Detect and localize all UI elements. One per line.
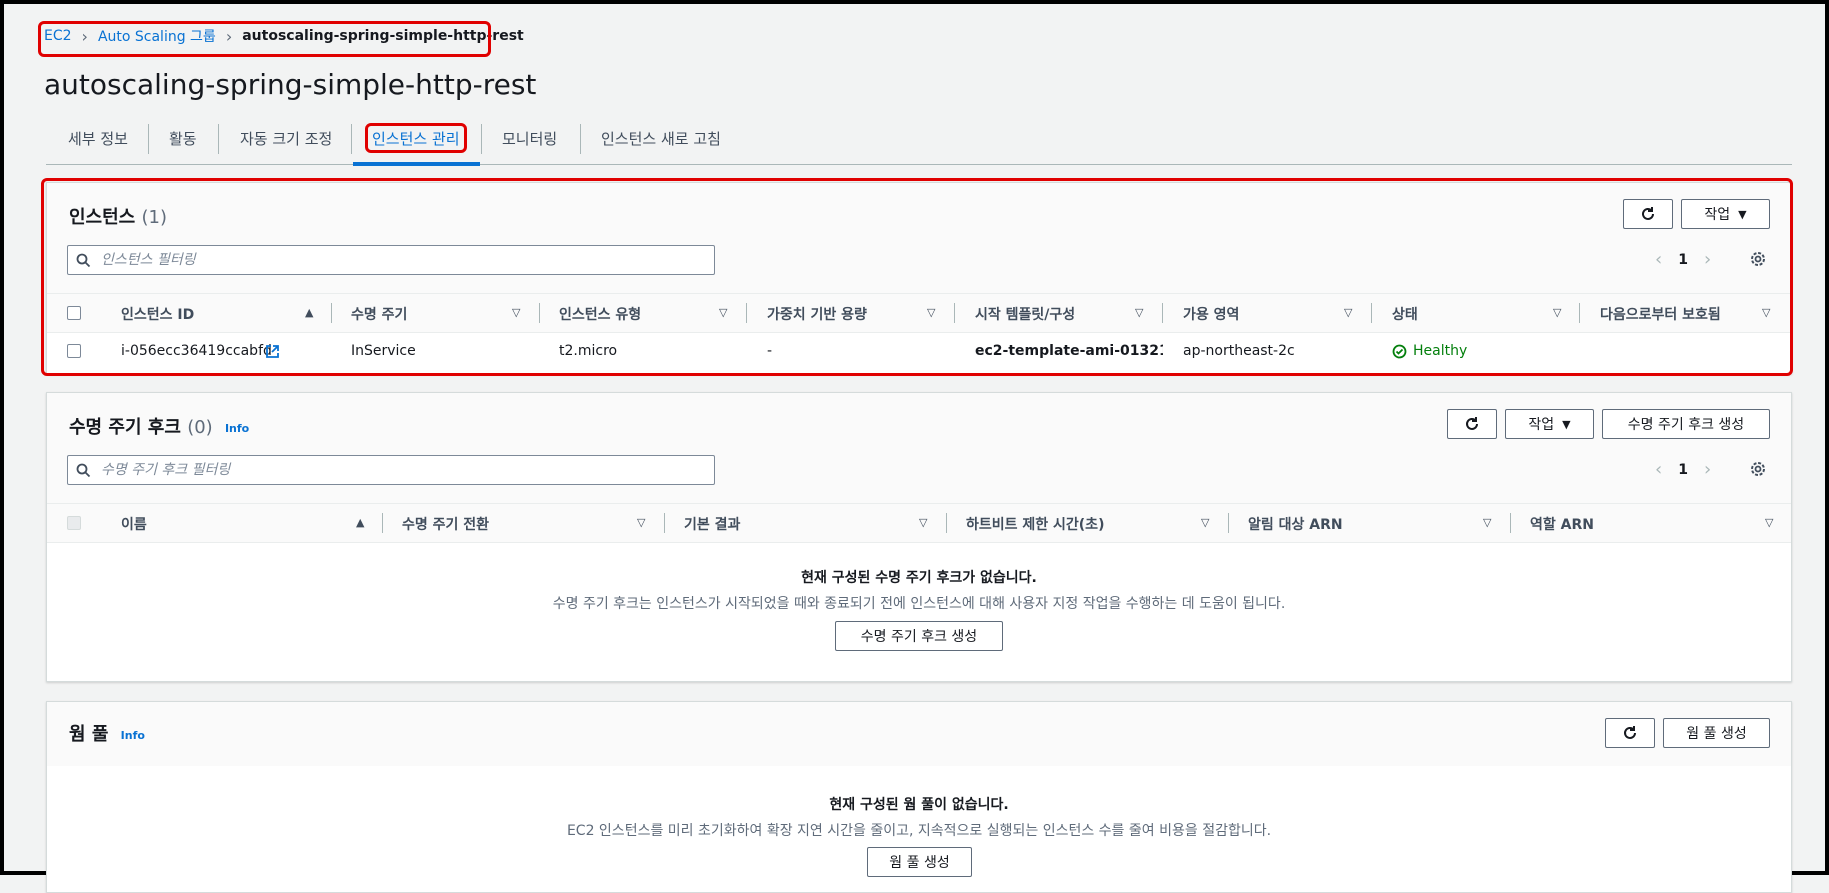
- sort-icon[interactable]: ▽: [1201, 516, 1209, 529]
- hooks-refresh-button[interactable]: [1447, 409, 1497, 439]
- page-title: autoscaling-spring-simple-http-rest: [44, 68, 537, 101]
- page-number[interactable]: 1: [1678, 462, 1688, 478]
- tab-divider: [148, 124, 149, 154]
- col-name[interactable]: 이름: [121, 514, 147, 534]
- warm-pool-empty-title: 현재 구성된 웜 풀이 없습니다.: [829, 797, 1009, 813]
- hooks-table-header: 이름 ▲ 수명 주기 전환 ▽ 기본 결과 ▽ 하트비트 제한 시간(초) ▽ …: [47, 503, 1791, 543]
- create-hook-button[interactable]: 수명 주기 후크 생성: [1602, 409, 1770, 439]
- hooks-empty-description: 수명 주기 후크는 인스턴스가 시작되었을 때와 종료되기 전에 인스턴스에 대…: [552, 596, 1286, 612]
- hooks-empty-title: 현재 구성된 수명 주기 후크가 없습니다.: [801, 570, 1037, 586]
- hooks-count: (0): [187, 417, 213, 438]
- create-hook-label: 수명 주기 후크 생성: [860, 629, 978, 645]
- tab-monitoring[interactable]: 모니터링: [502, 128, 557, 149]
- warm-pool-info-link[interactable]: Info: [121, 729, 145, 742]
- warm-pool-refresh-button[interactable]: [1605, 718, 1655, 748]
- column-divider: [1510, 513, 1511, 533]
- tab-instance-refresh[interactable]: 인스턴스 새로 고침: [601, 128, 721, 149]
- sort-icon[interactable]: ▽: [919, 516, 927, 529]
- create-warm-pool-label: 웜 풀 생성: [889, 855, 950, 871]
- tab-divider: [580, 124, 581, 154]
- col-heartbeat-timeout[interactable]: 하트비트 제한 시간(초): [966, 514, 1104, 534]
- settings-gear-icon[interactable]: [1749, 460, 1767, 478]
- tab-divider: [351, 124, 352, 154]
- tab-bar: 세부 정보 활동 자동 크기 조정 인스턴스 관리 모니터링 인스턴스 새로 고…: [46, 122, 1792, 166]
- col-default-result[interactable]: 기본 결과: [684, 514, 740, 534]
- create-hook-label: 수명 주기 후크 생성: [1627, 417, 1745, 433]
- column-divider: [946, 513, 947, 533]
- active-tab-indicator: [353, 162, 480, 166]
- sort-icon[interactable]: ▽: [1765, 516, 1773, 529]
- warm-pool-header: [47, 702, 1791, 766]
- warm-pool-panel: 웜 풀 Info 웜 풀 생성 현재 구성된 웜 풀이 없습니다. EC2 인스…: [46, 701, 1792, 893]
- tab-auto-scaling[interactable]: 자동 크기 조정: [240, 128, 332, 149]
- hooks-empty-create-button[interactable]: 수명 주기 후크 생성: [835, 621, 1003, 651]
- search-icon: [76, 463, 91, 477]
- column-divider: [1228, 513, 1229, 533]
- warm-pool-empty-create-button[interactable]: 웜 풀 생성: [867, 847, 972, 877]
- create-warm-pool-label: 웜 풀 생성: [1686, 726, 1747, 742]
- hooks-search-input[interactable]: [99, 461, 663, 479]
- sort-icon[interactable]: ▽: [637, 516, 645, 529]
- chevron-left-icon[interactable]: ‹: [1655, 459, 1662, 480]
- hooks-search[interactable]: [67, 455, 715, 485]
- sort-icon[interactable]: ▽: [1483, 516, 1491, 529]
- refresh-icon: [1624, 726, 1636, 739]
- hooks-info-link[interactable]: Info: [225, 422, 249, 435]
- col-role-arn[interactable]: 역할 ARN: [1530, 514, 1594, 534]
- tab-divider: [481, 124, 482, 154]
- warm-pool-title-text: 웜 풀: [69, 724, 109, 745]
- chevron-right-icon[interactable]: ›: [1704, 459, 1711, 480]
- tab-details[interactable]: 세부 정보: [68, 128, 128, 149]
- refresh-icon: [1466, 417, 1478, 430]
- highlight-box-tab: [365, 123, 467, 153]
- select-all-checkbox: [67, 516, 81, 530]
- actions-label: 작업: [1528, 417, 1555, 433]
- tab-divider: [218, 124, 219, 154]
- hooks-title-text: 수명 주기 후크: [69, 417, 181, 438]
- sort-ascending-icon[interactable]: ▲: [356, 516, 364, 529]
- column-divider: [664, 513, 665, 533]
- column-divider: [382, 513, 383, 533]
- highlight-box-breadcrumb: [38, 21, 491, 57]
- tab-activity[interactable]: 활동: [169, 128, 197, 149]
- create-warm-pool-button[interactable]: 웜 풀 생성: [1663, 718, 1770, 748]
- warm-pool-empty-description: EC2 인스턴스를 미리 초기화하여 확장 지연 시간을 줄이고, 지속적으로 …: [566, 823, 1272, 839]
- warm-pool-title: 웜 풀 Info: [69, 720, 145, 746]
- hooks-pagination: ‹ 1 ›: [1655, 459, 1711, 480]
- hooks-title: 수명 주기 후크 (0) Info: [69, 413, 249, 439]
- highlight-box-instances: [41, 178, 1793, 376]
- caret-down-icon: ▼: [1562, 417, 1571, 431]
- col-lifecycle-transition[interactable]: 수명 주기 전환: [402, 514, 489, 534]
- lifecycle-hooks-panel: 수명 주기 후크 (0) Info 작업 ▼ 수명 주기 후크 생성 ‹ 1 ›…: [46, 392, 1792, 682]
- hooks-actions-button[interactable]: 작업 ▼: [1505, 409, 1594, 439]
- col-notification-target-arn[interactable]: 알림 대상 ARN: [1248, 514, 1343, 534]
